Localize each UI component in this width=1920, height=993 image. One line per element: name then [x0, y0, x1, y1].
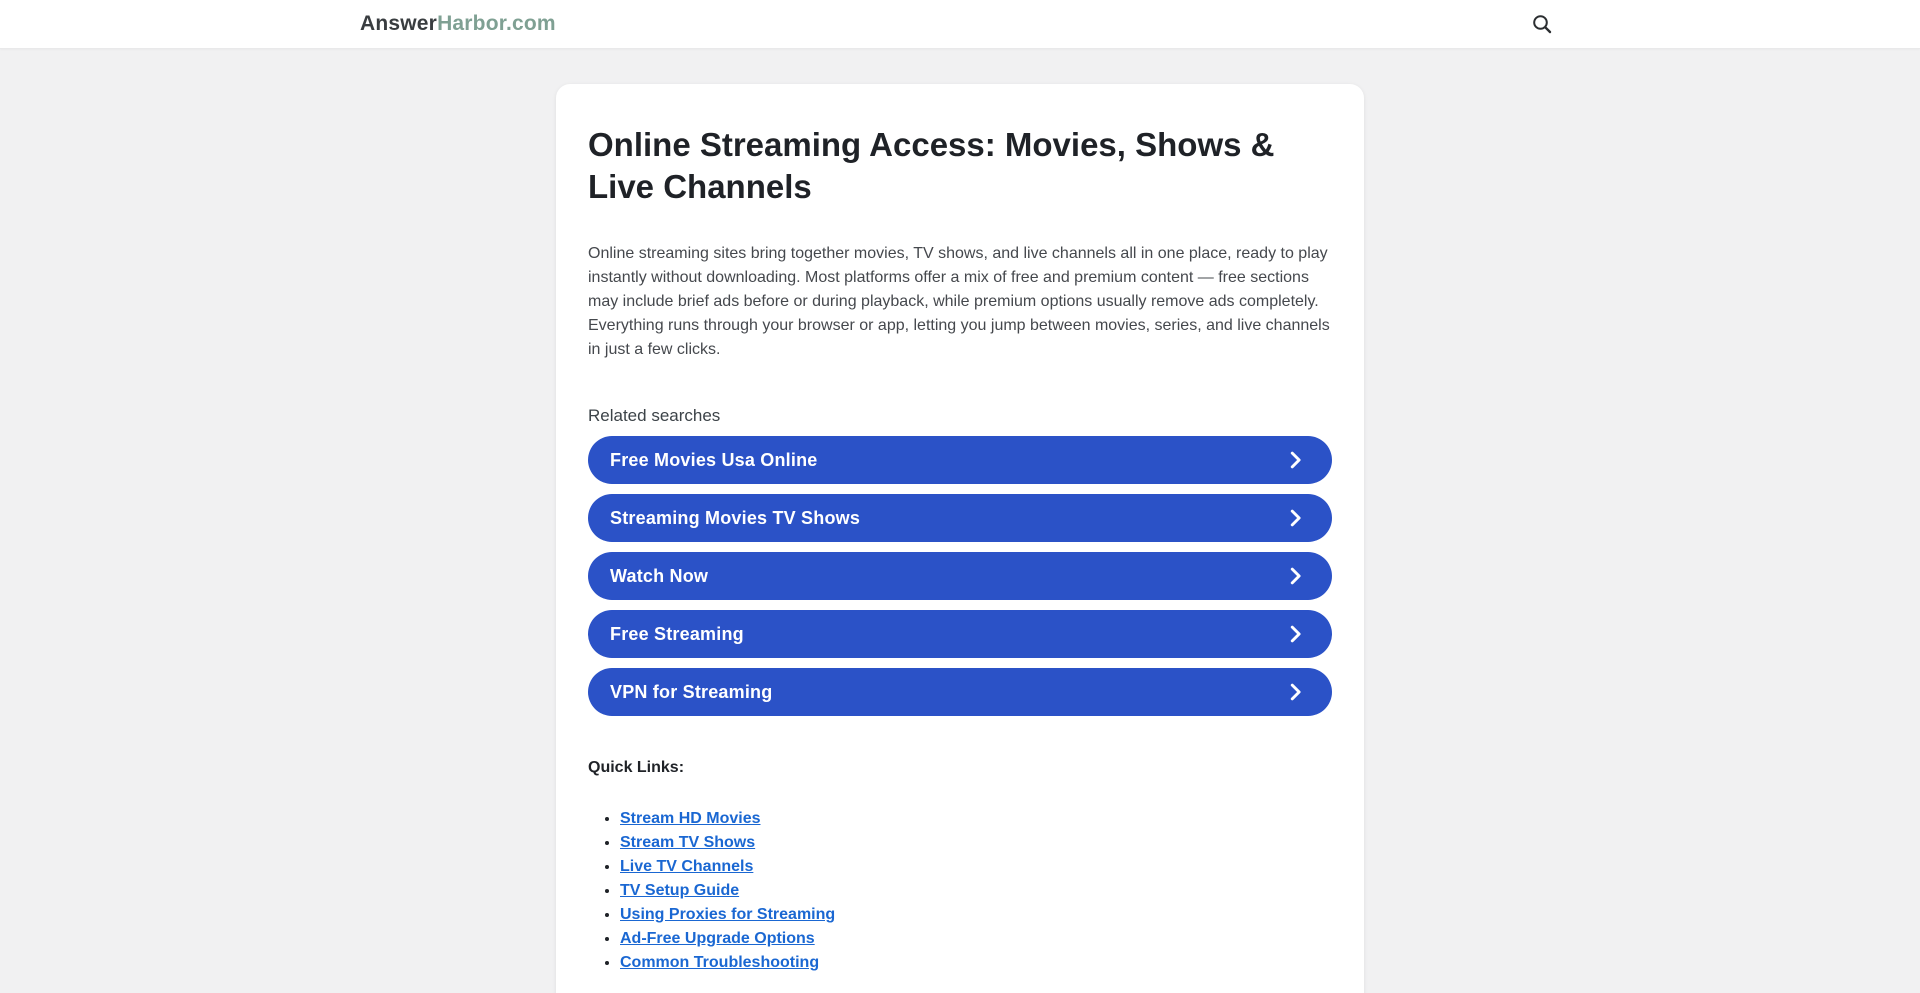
quick-links-label: Quick Links:	[588, 759, 1332, 777]
quick-link-item: Ad-Free Upgrade Options	[620, 927, 1332, 951]
related-search-button[interactable]: Free Movies Usa Online	[588, 436, 1332, 484]
quick-link[interactable]: Stream TV Shows	[620, 834, 755, 851]
quick-link[interactable]: Common Troubleshooting	[620, 954, 819, 971]
chevron-right-icon	[1284, 565, 1306, 587]
logo-text-secondary: Harbor.com	[437, 12, 556, 35]
header: AnswerHarbor.com	[0, 0, 1920, 49]
quick-link[interactable]: Ad-Free Upgrade Options	[620, 930, 815, 947]
quick-link-item: Stream TV Shows	[620, 831, 1332, 855]
related-search-button[interactable]: VPN for Streaming	[588, 668, 1332, 716]
quick-link-item: Live TV Channels	[620, 855, 1332, 879]
site-logo[interactable]: AnswerHarbor.com	[360, 12, 556, 36]
quick-link[interactable]: Stream HD Movies	[620, 810, 761, 827]
header-inner: AnswerHarbor.com	[360, 0, 1560, 48]
related-search-button[interactable]: Free Streaming	[588, 610, 1332, 658]
related-search-label: Streaming Movies TV Shows	[610, 508, 860, 529]
quick-link-item: Stream HD Movies	[620, 807, 1332, 831]
quick-link[interactable]: Live TV Channels	[620, 858, 753, 875]
related-searches-label: Related searches	[588, 406, 1332, 426]
related-searches-list: Free Movies Usa Online Streaming Movies …	[588, 436, 1332, 716]
quick-link[interactable]: Using Proxies for Streaming	[620, 906, 835, 923]
quick-links-list: Stream HD Movies Stream TV Shows Live TV…	[588, 807, 1332, 975]
related-search-label: Free Movies Usa Online	[610, 450, 817, 471]
content-card: Online Streaming Access: Movies, Shows &…	[556, 84, 1364, 993]
page-body: Online Streaming Access: Movies, Shows &…	[0, 84, 1920, 993]
quick-link[interactable]: TV Setup Guide	[620, 882, 739, 899]
related-search-label: Free Streaming	[610, 624, 744, 645]
logo-text-primary: Answer	[360, 12, 437, 35]
chevron-right-icon	[1284, 449, 1306, 471]
search-icon	[1530, 12, 1554, 36]
quick-link-item: Common Troubleshooting	[620, 951, 1332, 975]
related-search-label: VPN for Streaming	[610, 682, 772, 703]
chevron-right-icon	[1284, 507, 1306, 529]
page-title: Online Streaming Access: Movies, Shows &…	[588, 124, 1332, 208]
quick-link-item: Using Proxies for Streaming	[620, 903, 1332, 927]
chevron-right-icon	[1284, 623, 1306, 645]
related-search-label: Watch Now	[610, 566, 708, 587]
chevron-right-icon	[1284, 681, 1306, 703]
intro-paragraph: Online streaming sites bring together mo…	[588, 242, 1332, 362]
related-search-button[interactable]: Streaming Movies TV Shows	[588, 494, 1332, 542]
quick-link-item: TV Setup Guide	[620, 879, 1332, 903]
related-search-button[interactable]: Watch Now	[588, 552, 1332, 600]
search-button[interactable]	[1524, 6, 1560, 42]
